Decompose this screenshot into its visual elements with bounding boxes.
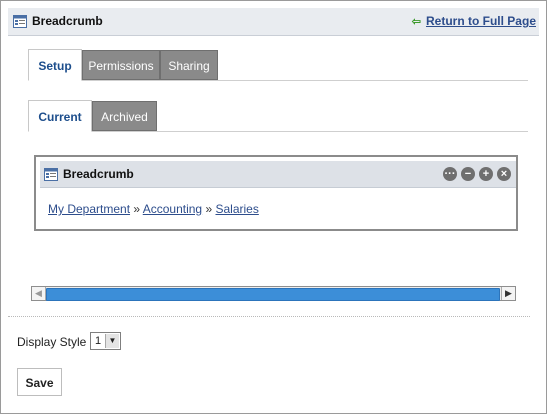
- maximize-icon[interactable]: +: [479, 167, 493, 181]
- minimize-icon[interactable]: −: [461, 167, 475, 181]
- close-icon[interactable]: ×: [497, 167, 511, 181]
- config-window: Breadcrumb ⇦ Return to Full Page Setup Pe…: [0, 0, 547, 414]
- tab-sharing[interactable]: Sharing: [160, 50, 218, 80]
- portlet-icon: [44, 168, 58, 184]
- portlet-preview: Breadcrumb ··· − + × My Department » Acc…: [34, 155, 518, 231]
- scroll-left-icon[interactable]: ◀: [32, 287, 46, 300]
- display-style-label: Display Style: [17, 335, 87, 349]
- breadcrumb-link-my-department[interactable]: My Department: [48, 202, 130, 216]
- return-to-full-page-link[interactable]: ⇦ Return to Full Page: [412, 14, 536, 28]
- window-header: Breadcrumb ⇦ Return to Full Page: [8, 8, 539, 36]
- breadcrumb-link-salaries[interactable]: Salaries: [215, 202, 258, 216]
- scroll-thumb[interactable]: [46, 288, 500, 301]
- chevron-down-icon[interactable]: ▼: [105, 334, 119, 348]
- breadcrumb-separator: »: [133, 202, 141, 216]
- breadcrumb-link-accounting[interactable]: Accounting: [143, 202, 202, 216]
- horizontal-scrollbar[interactable]: ◀ ▶: [31, 286, 516, 301]
- return-link-label: Return to Full Page: [425, 14, 536, 28]
- more-icon[interactable]: ···: [443, 167, 457, 181]
- divider: [8, 316, 530, 317]
- portlet-header: Breadcrumb ··· − + ×: [40, 161, 516, 188]
- display-style-select[interactable]: 1 ▼: [90, 332, 121, 350]
- tab-archived[interactable]: Archived: [92, 101, 157, 131]
- window-title: Breadcrumb: [32, 14, 103, 28]
- breadcrumb-separator: »: [205, 202, 213, 216]
- tab-permissions[interactable]: Permissions: [82, 50, 160, 80]
- tab-current[interactable]: Current: [28, 100, 92, 132]
- portlet-icon: [13, 15, 27, 31]
- tab-setup[interactable]: Setup: [28, 49, 82, 81]
- save-button[interactable]: Save: [17, 368, 62, 396]
- portlet-title: Breadcrumb: [63, 167, 134, 181]
- scroll-right-icon[interactable]: ▶: [501, 287, 515, 300]
- breadcrumb: My Department » Accounting » Salaries: [48, 202, 259, 216]
- return-arrow-icon: ⇦: [411, 16, 421, 28]
- display-style-value: 1: [95, 335, 102, 347]
